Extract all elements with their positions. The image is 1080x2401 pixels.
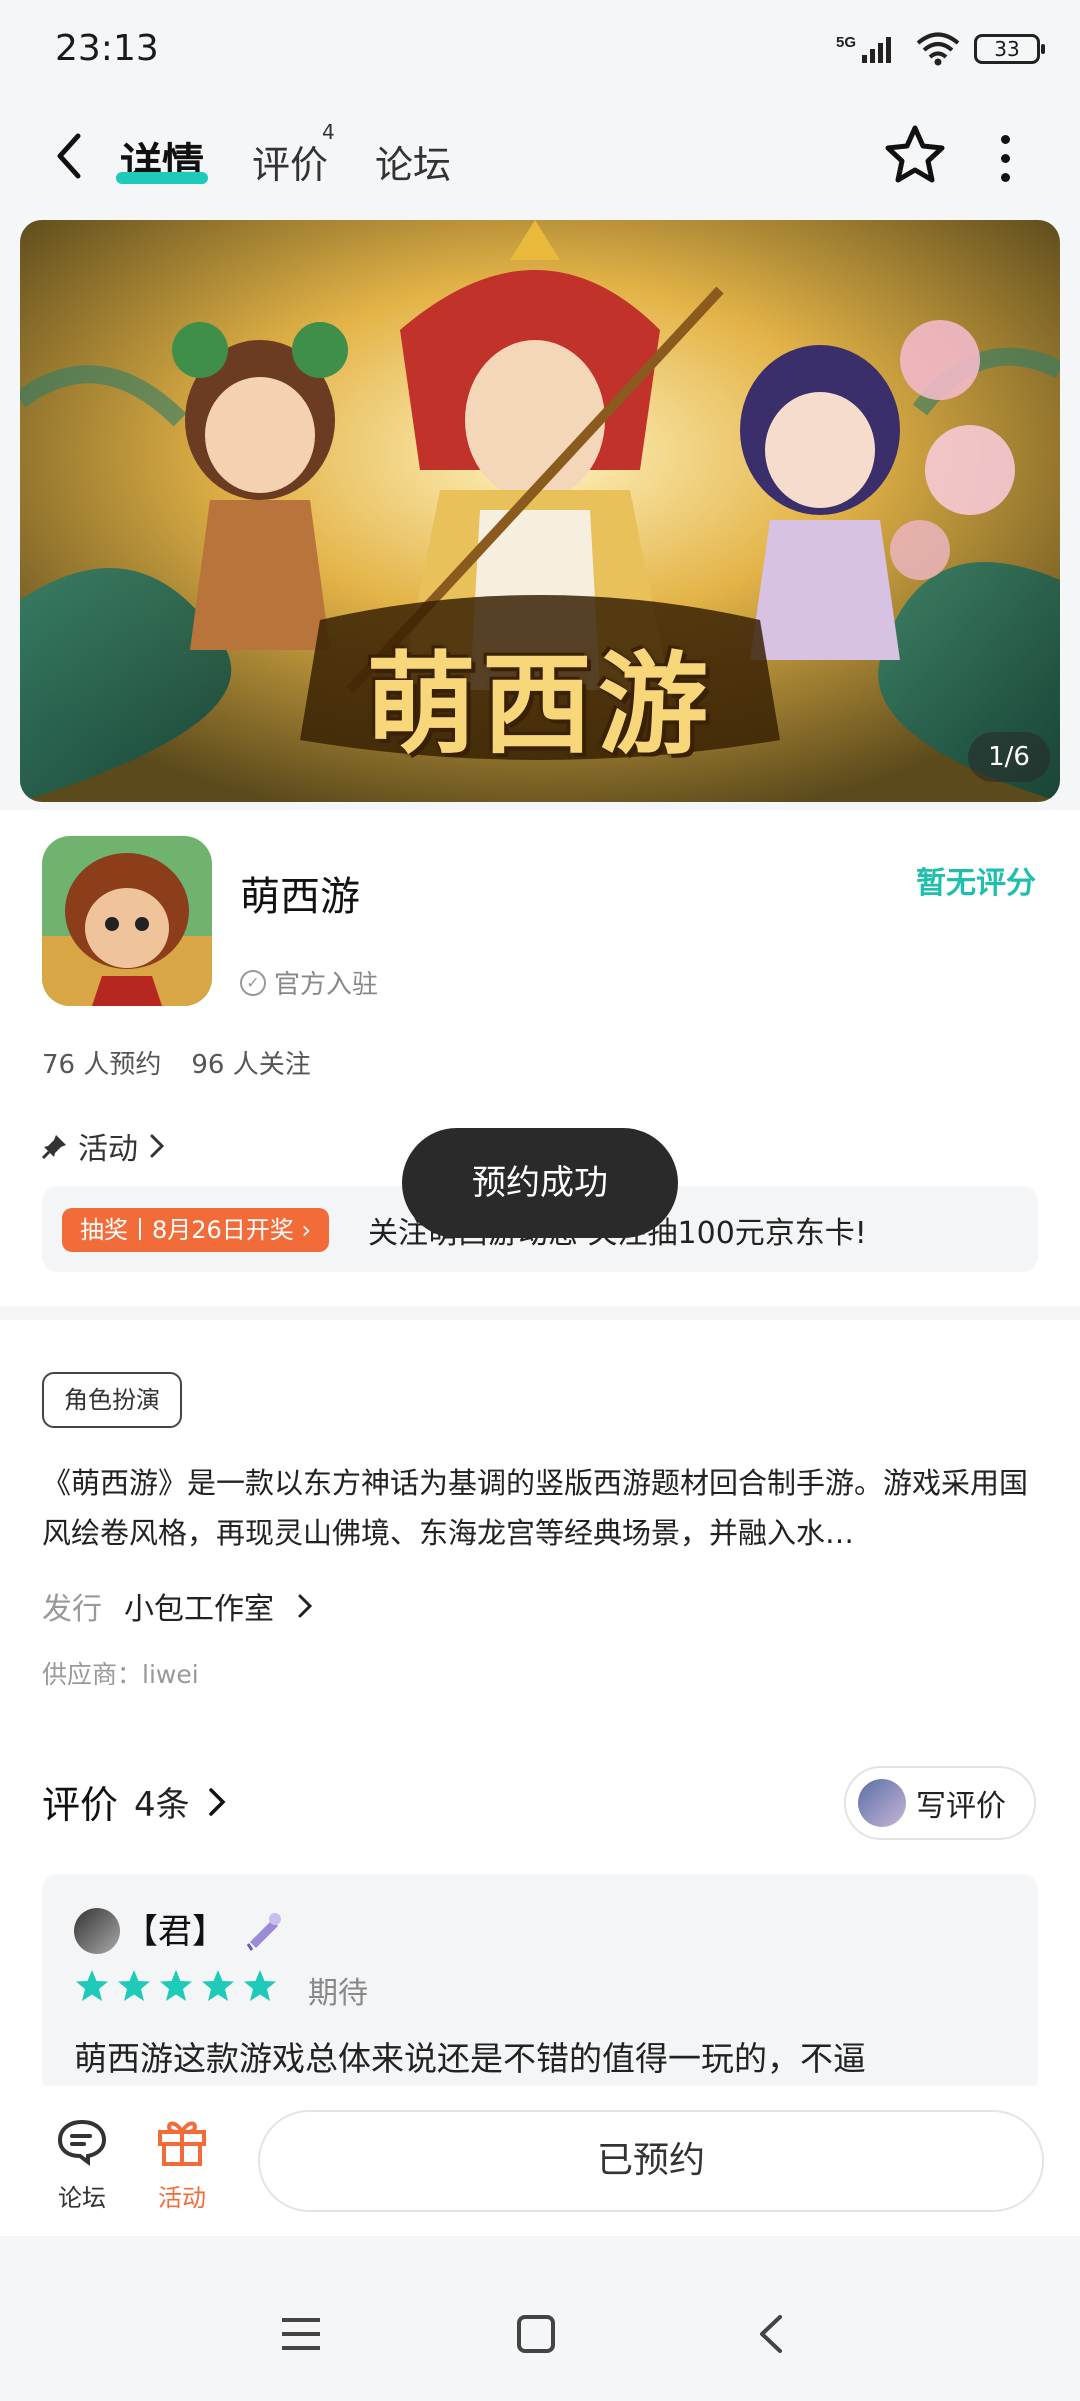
official-badge: ✓ 官方入驻 xyxy=(240,964,378,1001)
chevron-right-icon xyxy=(208,1787,226,1816)
lottery-tag-label: 抽奖丨8月26日开奖 xyxy=(80,1216,294,1244)
publisher-name: 小包工作室 xyxy=(124,1592,274,1627)
gift-icon xyxy=(158,2121,206,2166)
forum-label: 论坛 xyxy=(58,2184,106,2212)
activity-title: 活动 xyxy=(78,1132,138,1167)
review-text: 萌西游这款游戏总体来说还是不错的值得一玩的，不逼 xyxy=(74,2039,866,2078)
activity-header[interactable]: 活动 xyxy=(42,1124,166,1168)
chevron-right-icon xyxy=(298,1594,313,1618)
more-options-icon[interactable] xyxy=(998,135,1012,182)
banner-game-title: 萌西游 xyxy=(366,640,714,769)
reservation-success-toast: 预约成功 xyxy=(402,1128,678,1238)
cellular-signal-icon: 5G xyxy=(836,34,891,63)
forum-nav-button[interactable]: 论坛 xyxy=(42,2116,122,2213)
active-tab-indicator xyxy=(116,172,208,184)
reserved-button[interactable]: 已预约 xyxy=(258,2110,1044,2212)
section-divider xyxy=(0,1306,1080,1320)
star-filled-icon xyxy=(244,1970,276,2001)
status-time: 23:13 xyxy=(55,28,159,69)
game-banner[interactable]: 萌西游 1/6 xyxy=(20,220,1060,802)
reviews-header[interactable]: 评价 4条 xyxy=(42,1774,228,1829)
wifi-icon xyxy=(916,32,960,66)
star-filled-icon xyxy=(118,1970,150,2001)
app-icon xyxy=(42,836,212,1006)
reviews-count: 4条 xyxy=(134,1785,190,1825)
chevron-right-icon xyxy=(150,1134,165,1158)
verified-check-icon: ✓ xyxy=(240,969,266,996)
menu-icon[interactable] xyxy=(280,2314,322,2354)
star-filled-icon xyxy=(76,1970,108,2001)
home-icon[interactable] xyxy=(516,2314,556,2354)
chevron-right-icon: › xyxy=(301,1216,312,1244)
user-avatar xyxy=(858,1779,906,1827)
review-card[interactable]: 【君】 期待 萌西游这款游戏总体来说还是不错的值得一玩的，不逼 xyxy=(42,1874,1038,2094)
activity-label: 活动 xyxy=(158,2184,206,2212)
official-label: 官方入驻 xyxy=(274,970,379,1000)
tab-reviews[interactable]: 评价 xyxy=(252,134,328,189)
banner-page-counter: 1/6 xyxy=(968,732,1050,782)
favorite-star-icon[interactable] xyxy=(882,122,948,188)
reviewer-level-badge-icon xyxy=(246,1913,281,1951)
reviews-tab-badge: 4 xyxy=(322,120,335,144)
supplier-info: 供应商：liwei xyxy=(42,1660,199,1689)
back-icon[interactable] xyxy=(48,128,88,184)
reviewer-name: 【君】 xyxy=(124,1912,226,1952)
review-tag: 期待 xyxy=(308,1976,368,2011)
star-filled-icon xyxy=(160,1970,192,2001)
star-filled-icon xyxy=(202,1970,234,2001)
reviewer-avatar xyxy=(74,1908,120,1954)
publisher-row[interactable]: 发行 小包工作室 xyxy=(42,1584,314,1628)
app-stats: 76 人预约 96 人关注 xyxy=(42,1044,311,1081)
system-navigation-bar xyxy=(0,2236,1080,2401)
genre-tag[interactable]: 角色扮演 xyxy=(42,1372,182,1428)
pin-icon xyxy=(42,1135,66,1159)
svg-text:5G: 5G xyxy=(836,34,856,51)
app-name: 萌西游 xyxy=(240,874,360,920)
forum-chat-icon xyxy=(57,2119,107,2166)
reviews-title: 评价 xyxy=(42,1783,119,1827)
tab-forum[interactable]: 论坛 xyxy=(375,134,451,189)
publisher-label: 发行 xyxy=(42,1592,102,1627)
lottery-tag: 抽奖丨8月26日开奖 › xyxy=(62,1208,330,1252)
activity-nav-button[interactable]: 活动 xyxy=(142,2116,222,2213)
review-stars xyxy=(74,1968,278,2004)
game-description[interactable]: 《萌西游》是一款以东方神话为基调的竖版西游题材回合制手游。游戏采用国风绘卷风格，… xyxy=(42,1458,1038,1558)
system-back-icon[interactable] xyxy=(756,2314,786,2354)
write-review-button[interactable]: 写评价 xyxy=(844,1766,1036,1840)
write-review-label: 写评价 xyxy=(916,1789,1006,1824)
bottom-action-bar: 论坛 活动 已预约 xyxy=(0,2086,1080,2236)
status-bar: 23:13 5G 33 xyxy=(0,0,1080,100)
battery-icon: 33 xyxy=(974,34,1045,64)
reservation-count: 76 人预约 xyxy=(42,1050,162,1080)
follower-count: 96 人关注 xyxy=(191,1050,311,1080)
status-icons: 5G 33 xyxy=(836,32,1045,66)
rating-label: 暂无评分 xyxy=(916,866,1036,901)
